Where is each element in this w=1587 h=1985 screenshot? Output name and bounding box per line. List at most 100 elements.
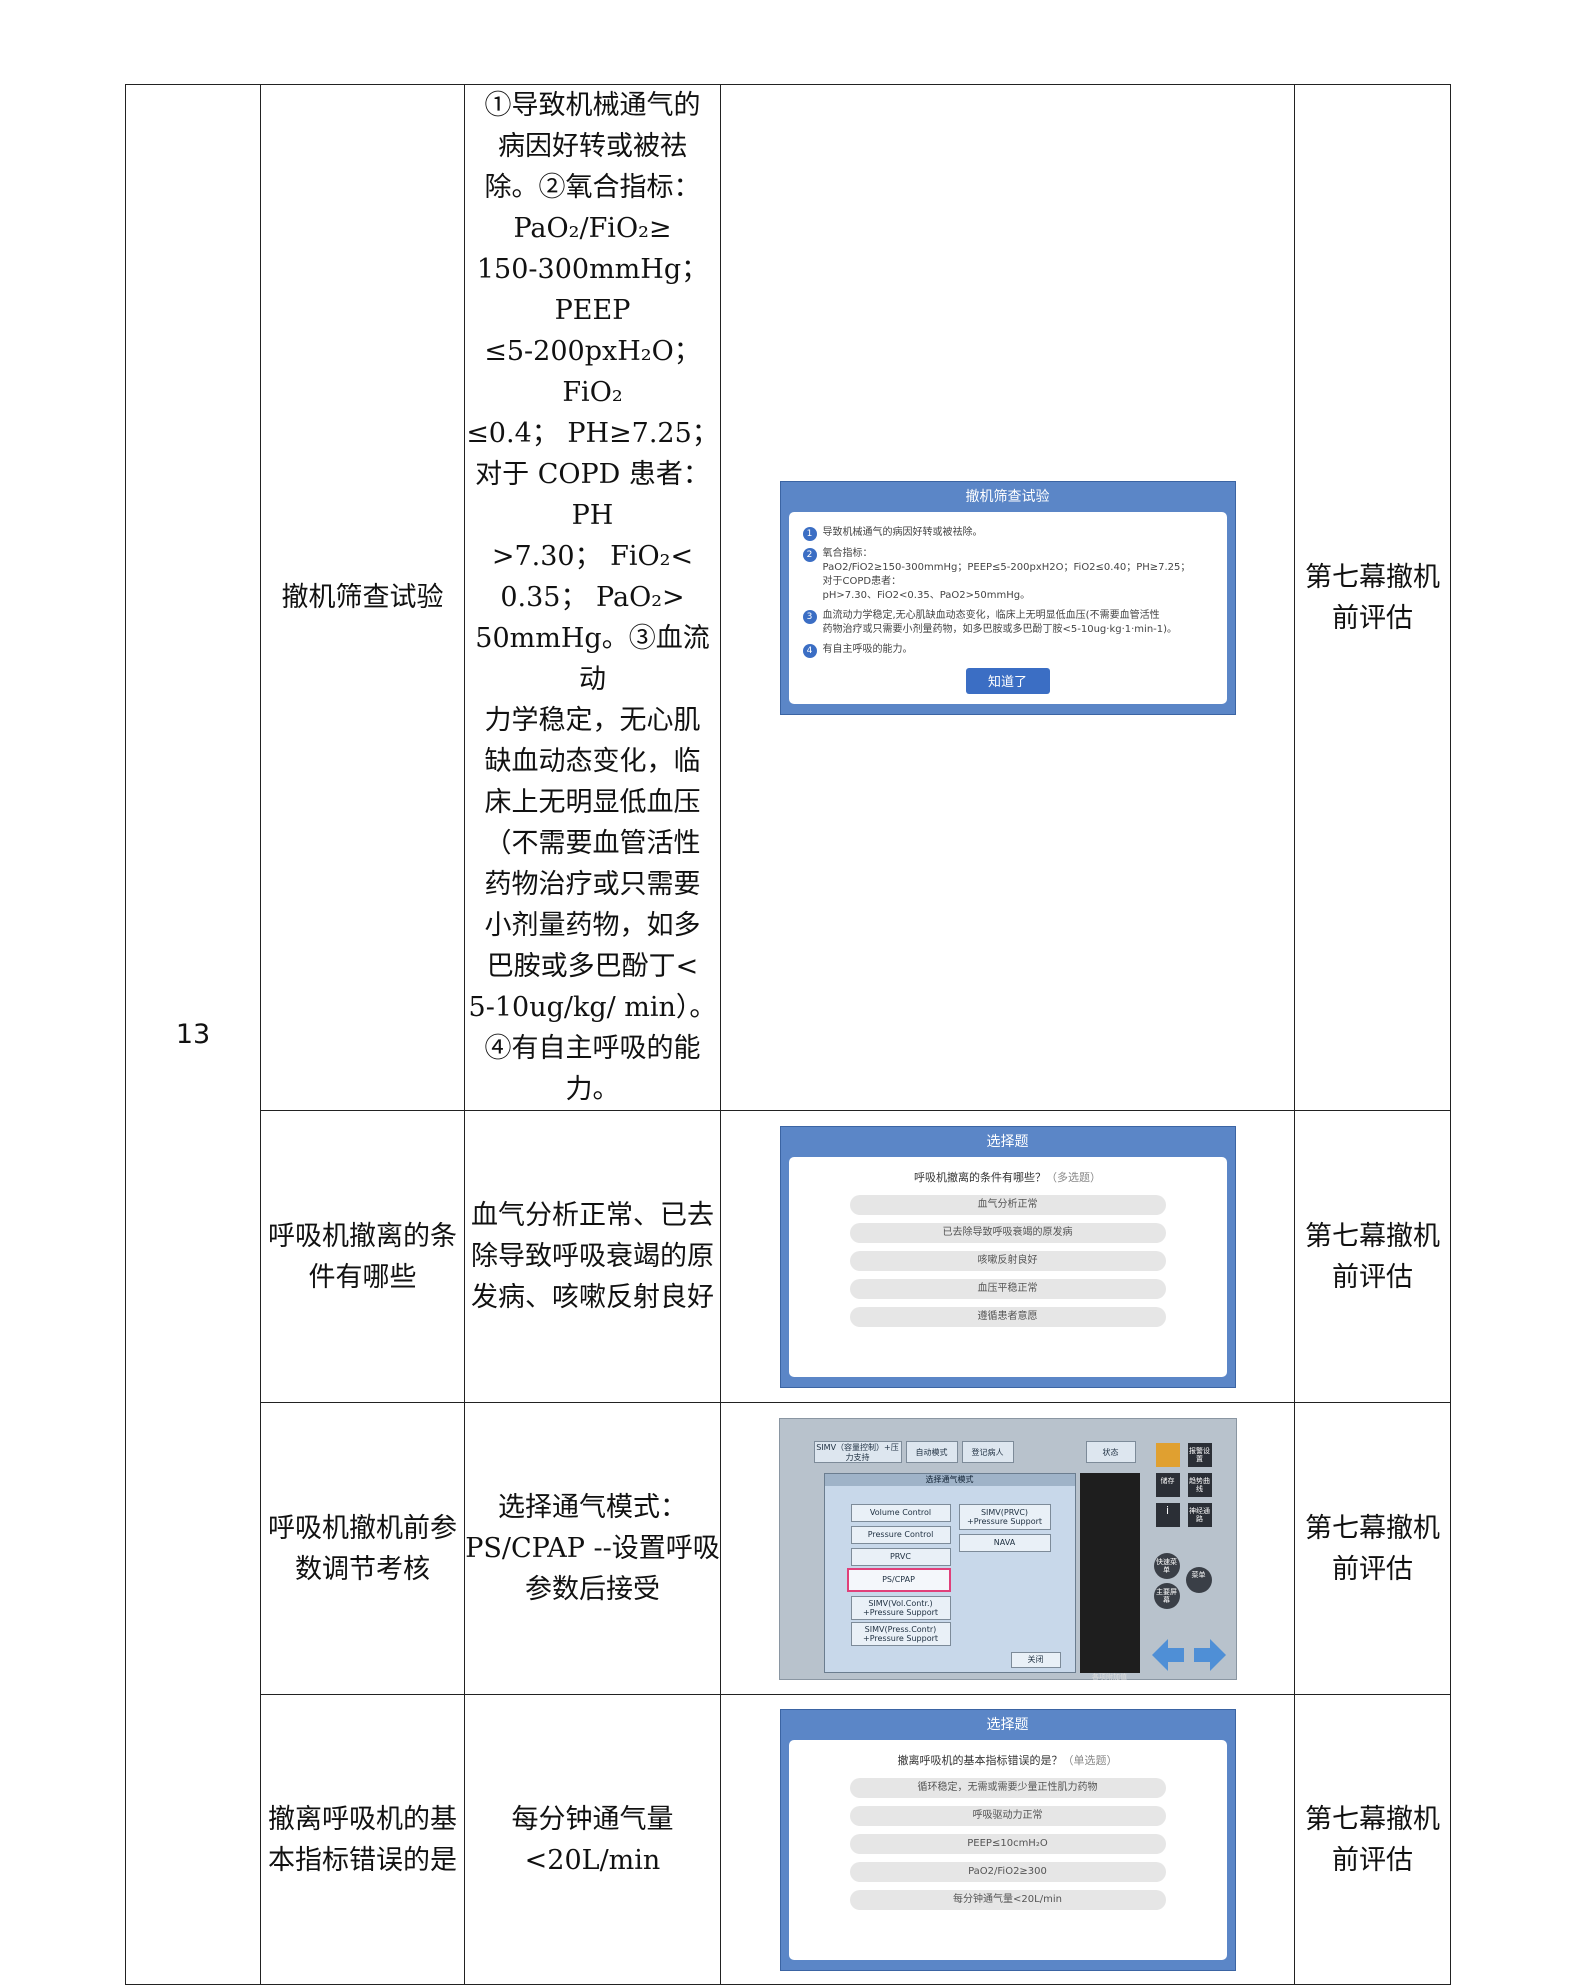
modal-title: 选择通气模式 bbox=[824, 1473, 1075, 1486]
answer-line: 缺血动态变化，临 bbox=[484, 746, 701, 777]
answer-line: >7.30； FiO₂< bbox=[491, 541, 694, 572]
item-screenshot: SIMV（容量控制）+压力支持 自动模式 登记病人 状态 选择通气模式 Volu… bbox=[720, 1402, 1295, 1695]
condition-text: 导致机械通气的病因好转或被祛除。 bbox=[822, 526, 983, 538]
item-title: 撤离呼吸机的基本指标错误的是 bbox=[260, 1694, 465, 1985]
item-answer: ①导致机械通气的 病因好转或被祛 除。②氧合指标： PaO₂/FiO₂≥ 150-300… bbox=[464, 84, 721, 1111]
alarm-settings-button[interactable]: 报警设置 bbox=[1187, 1442, 1212, 1467]
item-answer: 血气分析正常、已去除导致呼吸衰竭的原发病、咳嗽反射良好 bbox=[464, 1110, 721, 1403]
answer-line: ≤0.4； PH≥7.25； bbox=[466, 418, 719, 449]
question-text: 撤离呼吸机的基本指标错误的是？（单选题） bbox=[897, 1753, 1118, 1767]
document-table: 13 撤机筛查试验 ①导致机械通气的 病因好转或被祛 除。②氧合指标： PaO₂/Fi… bbox=[125, 84, 1451, 1985]
mode-option-selected[interactable]: PS/CPAP bbox=[846, 1567, 951, 1592]
answer-option[interactable]: 循环稳定，无需或需要少量正性肌力药物 bbox=[849, 1777, 1166, 1798]
answer-option[interactable]: 遵循患者意愿 bbox=[849, 1306, 1166, 1327]
close-button[interactable]: 关闭 bbox=[1010, 1651, 1061, 1668]
question-text: 呼吸机撤离的条件有哪些？（多选题） bbox=[914, 1170, 1101, 1184]
answer-line: ④有自主呼吸的能 bbox=[484, 1033, 701, 1064]
auto-mode-button[interactable]: 自动模式 bbox=[905, 1440, 958, 1463]
answer-line: 5-10ug/kg/ min）。 bbox=[468, 992, 717, 1023]
answer-option[interactable]: 咳嗽反射良好 bbox=[849, 1250, 1166, 1271]
mode-option[interactable]: SIMV(Press.Contr) +Pressure Support bbox=[850, 1621, 951, 1646]
answer-option[interactable]: 呼吸驱动力正常 bbox=[849, 1805, 1166, 1826]
answer-option[interactable]: 血气分析正常 bbox=[849, 1194, 1166, 1215]
mode-select-modal: 选择通气模式 Volume Control Pressure Control P… bbox=[823, 1472, 1076, 1673]
item-title: 呼吸机撤机前参数调节考核 bbox=[260, 1402, 465, 1695]
table-row: 13 撤机筛查试验 ①导致机械通气的 病因好转或被祛 除。②氧合指标： PaO₂/Fi… bbox=[125, 84, 1451, 1985]
item-scene: 第七幕撤机前评估 bbox=[1294, 1110, 1451, 1403]
condition-item: 4 有自主呼吸的能力。 bbox=[802, 643, 1213, 658]
status-button[interactable]: 状态 bbox=[1085, 1440, 1136, 1463]
answer-line: PaO₂/FiO₂≥ bbox=[513, 213, 672, 244]
menu-button[interactable]: 菜单 bbox=[1185, 1566, 1212, 1593]
info-icon[interactable]: i bbox=[1155, 1502, 1180, 1527]
answer-option[interactable]: 血压平稳正常 bbox=[849, 1278, 1166, 1299]
item-answer: 选择通气模式：PS/CPAP --设置呼吸参数后接受 bbox=[464, 1402, 721, 1695]
answer-line: 除。②氧合指标： bbox=[484, 172, 701, 203]
item-scene: 第七幕撤机前评估 bbox=[1294, 1694, 1451, 1985]
mode-option[interactable]: Pressure Control bbox=[850, 1525, 951, 1544]
item-scene: 第七幕撤机前评估 bbox=[1294, 1402, 1451, 1695]
neural-access-button[interactable]: 神经通路 bbox=[1187, 1502, 1212, 1527]
arrow-left-icon[interactable] bbox=[1150, 1637, 1186, 1673]
answer-line: 0.35； PaO₂> bbox=[500, 582, 685, 613]
item-screenshot: 撤机筛查试验 1 导致机械通气的病因好转或被祛除。 2 氧合指标： PaO2/FiO2≥… bbox=[720, 84, 1295, 1111]
condition-text: pH>7.30、FiO2<0.35、PaO2>50mmHg。 bbox=[822, 589, 1031, 601]
item-title: 撤机筛查试验 bbox=[260, 84, 465, 1111]
answer-line: 对于 COPD 患者：PH bbox=[475, 459, 710, 531]
answer-line: 药物治疗或只需要 bbox=[484, 869, 701, 900]
condition-item: 2 氧合指标： PaO2/FiO2≥150-300mmHg；PEEP≤5-200px… bbox=[802, 547, 1213, 603]
choice-dialog: 选择题 撤离呼吸机的基本指标错误的是？（单选题） 循环稳定，无需或需要少量正性肌… bbox=[779, 1708, 1236, 1971]
answer-line: ≤5-200pxH₂O；FiO₂ bbox=[484, 336, 701, 408]
table-row: 呼吸机撤机前参数调节考核 选择通气模式：PS/CPAP --设置呼吸参数后接受 … bbox=[126, 1402, 1451, 1695]
mode-option[interactable]: PRVC bbox=[850, 1547, 951, 1566]
answer-line: 力学稳定，无心肌 bbox=[484, 705, 701, 736]
mode-option[interactable]: SIMV(Vol.Contr.) +Pressure Support bbox=[850, 1595, 951, 1620]
answer-option[interactable]: PEEP≤10cmH₂O bbox=[849, 1833, 1166, 1854]
row-number: 13 bbox=[125, 84, 261, 1985]
screening-dialog: 撤机筛查试验 1 导致机械通气的病因好转或被祛除。 2 氧合指标： PaO2/FiO2≥… bbox=[779, 480, 1236, 715]
choice-dialog: 选择题 呼吸机撤离的条件有哪些？（多选题） 血气分析正常 已去除导致呼吸衰竭的原发… bbox=[779, 1125, 1236, 1388]
table-row: 撤离呼吸机的基本指标错误的是 每分钟通气量<20L/min 选择题 撤离呼吸机的… bbox=[126, 1694, 1451, 1985]
condition-item: 1 导致机械通气的病因好转或被祛除。 bbox=[802, 526, 1213, 541]
answer-option[interactable]: 已去除导致呼吸衰竭的原发病 bbox=[849, 1222, 1166, 1243]
mode-option[interactable]: NAVA bbox=[958, 1533, 1051, 1552]
answer-option[interactable]: PaO2/FiO2≥300 bbox=[849, 1861, 1166, 1882]
trend-button[interactable]: 趋势曲线 bbox=[1187, 1472, 1212, 1497]
extra-values-label: 各项附加值 bbox=[1092, 1672, 1127, 1681]
answer-line: 病因好转或被祛 bbox=[498, 131, 687, 162]
got-it-button[interactable]: 知道了 bbox=[965, 667, 1050, 694]
mode-button[interactable]: SIMV（容量控制）+压力支持 bbox=[813, 1440, 902, 1463]
item-screenshot: 选择题 呼吸机撤离的条件有哪些？（多选题） 血气分析正常 已去除导致呼吸衰竭的原发… bbox=[720, 1110, 1295, 1403]
condition-text: 药物治疗或只需要小剂量药物，如多巴胺或多巴酚丁胺<5-10ug·kg·1·min… bbox=[822, 623, 1178, 635]
dialog-title: 选择题 bbox=[986, 1716, 1029, 1733]
item-title: 呼吸机撤离的条件有哪些 bbox=[260, 1110, 465, 1403]
condition-text: 有自主呼吸的能力。 bbox=[822, 643, 913, 655]
number-badge-icon: 2 bbox=[802, 547, 817, 562]
number-badge-icon: 4 bbox=[802, 643, 817, 658]
register-patient-button[interactable]: 登记病人 bbox=[961, 1440, 1014, 1463]
arrow-right-icon[interactable] bbox=[1192, 1637, 1228, 1673]
condition-text: 血流动力学稳定,无心肌缺血动态变化，临床上无明显低血压(不需要血管活性 bbox=[822, 609, 1160, 621]
condition-text: PaO2/FiO2≥150-300mmHg；PEEP≤5-200pxH2O；Fi… bbox=[822, 561, 1191, 573]
mode-option[interactable]: Volume Control bbox=[850, 1503, 951, 1522]
condition-text: 氧合指标： bbox=[822, 547, 873, 559]
answer-option[interactable]: 每分钟通气量<20L/min bbox=[849, 1889, 1166, 1910]
table-row: 呼吸机撤离的条件有哪些 血气分析正常、已去除导致呼吸衰竭的原发病、咳嗽反射良好 … bbox=[126, 1110, 1451, 1403]
main-screen-button[interactable]: 主要屏幕 bbox=[1153, 1582, 1180, 1609]
mode-option[interactable]: SIMV(PRVC) +Pressure Support bbox=[958, 1503, 1051, 1530]
answer-line: ①导致机械通气的 bbox=[484, 90, 701, 121]
ventilator-screen: SIMV（容量控制）+压力支持 自动模式 登记病人 状态 选择通气模式 Volu… bbox=[778, 1417, 1237, 1681]
answer-line: 巴胺或多巴酚丁< bbox=[486, 951, 699, 982]
item-screenshot: 选择题 撤离呼吸机的基本指标错误的是？（单选题） 循环稳定，无需或需要少量正性肌… bbox=[720, 1694, 1295, 1985]
answer-line: 小剂量药物，如多 bbox=[484, 910, 701, 941]
dialog-title: 撤机筛查试验 bbox=[965, 488, 1050, 505]
answer-line: 力。 bbox=[565, 1074, 620, 1105]
answer-line: 床上无明显低血压 bbox=[484, 787, 701, 818]
answer-line: 150-300mmHg；PEEP bbox=[476, 254, 709, 326]
answer-line: （不需要血管活性 bbox=[484, 828, 701, 859]
quick-menu-button[interactable]: 快速菜单 bbox=[1153, 1552, 1180, 1579]
ventilator-top-bar: SIMV（容量控制）+压力支持 自动模式 登记病人 状态 bbox=[786, 1440, 1142, 1465]
alarm-icon[interactable] bbox=[1155, 1442, 1180, 1467]
answer-line: 50mmHg。③血流动 bbox=[475, 623, 710, 695]
store-button[interactable]: 储存 bbox=[1155, 1472, 1180, 1497]
